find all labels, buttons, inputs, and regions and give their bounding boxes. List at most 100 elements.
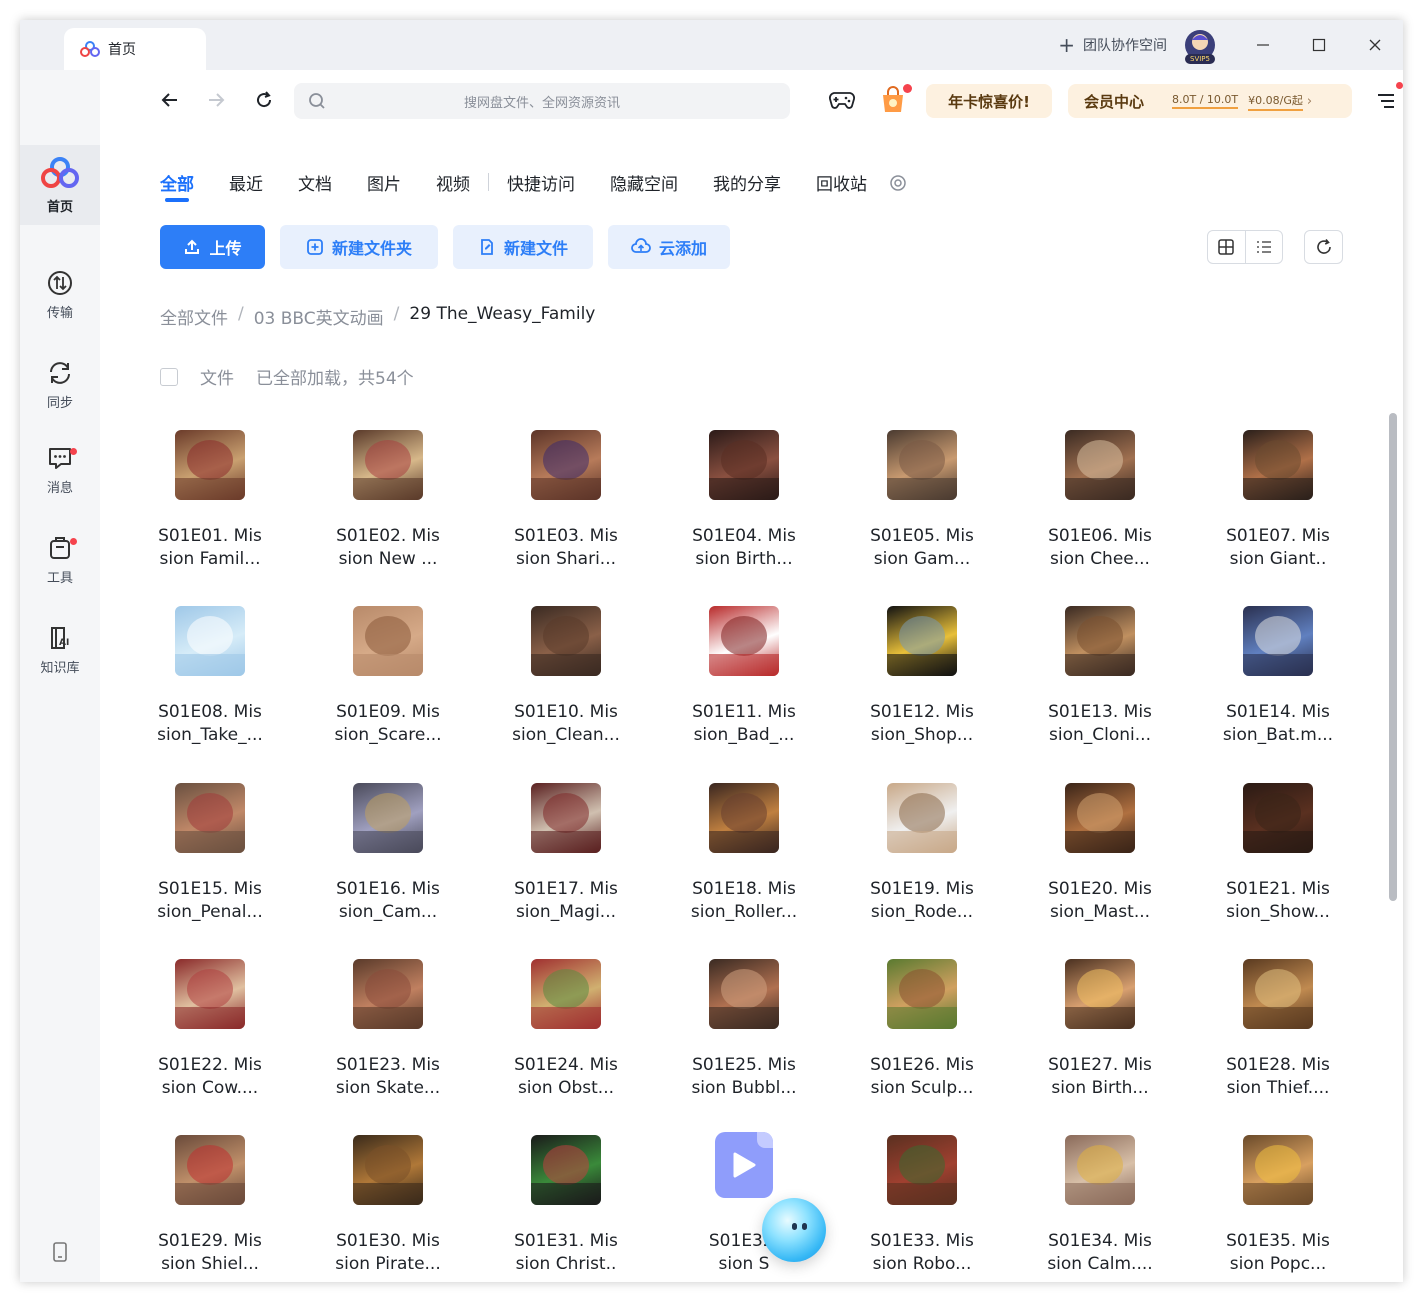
thumbnail-highlight [187,616,233,656]
file-item[interactable]: S01E20. Mis sion_Mast... [1030,778,1170,948]
file-item[interactable]: S01E16. Mis sion_Cam... [318,778,458,948]
tab-images[interactable]: 图片 [367,170,401,195]
new-file-button[interactable]: 新建文件 [453,225,593,269]
forward-arrow-icon[interactable] [206,90,226,110]
file-name: S01E06. Mis sion Chee... [1030,525,1170,571]
file-item[interactable]: S01E28. Mis sion Thief.... [1208,954,1348,1124]
search-box[interactable]: 搜网盘文件、全网资源资讯 [294,83,790,119]
tab-recent[interactable]: 最近 [229,170,263,195]
file-item[interactable]: S01E01. Mis sion Famil... [140,425,280,595]
maximize-button[interactable] [1291,20,1347,70]
breadcrumb-root[interactable]: 全部文件 [160,304,228,329]
file-item[interactable]: S01E33. Mis sion Robo... [852,1130,992,1282]
select-all-checkbox[interactable] [160,367,178,386]
tab-settings-icon[interactable] [889,174,907,192]
file-name-line1: S01E35. Mis [1226,1231,1330,1251]
game-controller-icon[interactable] [828,88,856,112]
tab-home[interactable]: 首页 [64,28,206,70]
tab-all[interactable]: 全部 [160,170,194,202]
file-item[interactable]: S01E17. Mis sion_Magi... [496,778,636,948]
tab-hidden-space[interactable]: 隐藏空间 [610,170,678,195]
ai-assistant-bubble[interactable] [762,1198,826,1262]
tab-my-shares[interactable]: 我的分享 [713,170,781,195]
file-name-line2: sion_Roller... [690,902,798,922]
file-item[interactable]: S01E21. Mis sion_Show... [1208,778,1348,948]
file-item[interactable]: S01E05. Mis sion Gam... [852,425,992,595]
cloud-upload-icon [631,238,651,253]
file-item[interactable]: S01E29. Mis sion Shiel... [140,1130,280,1282]
list-view-button[interactable] [1246,231,1283,263]
file-item[interactable]: S01E26. Mis sion Sculp... [852,954,992,1124]
file-item[interactable]: S01E24. Mis sion Obst... [496,954,636,1124]
file-item[interactable]: S01E35. Mis sion Popc... [1208,1130,1348,1282]
file-name: S01E29. Mis sion Shiel... [140,1230,280,1276]
file-item[interactable]: S01E09. Mis sion_Scare... [318,601,458,771]
sidebar-item-label: 消息 [46,480,73,496]
tab-videos[interactable]: 视频 [436,170,470,195]
file-name-line1: S01E31. Mis [514,1231,618,1251]
file-item[interactable]: S01E10. Mis sion_Clean... [496,601,636,771]
gift-bag-button[interactable] [879,84,912,114]
sidebar-item-messages[interactable]: 消息 [20,430,100,510]
file-item[interactable]: S01E23. Mis sion Skate... [318,954,458,1124]
upload-button[interactable]: 上传 [160,225,265,269]
sidebar-item-knowledge[interactable]: AI 知识库 [20,610,100,690]
file-name-line1: S01E28. Mis [1226,1055,1330,1075]
tab-documents[interactable]: 文档 [298,170,332,195]
refresh-button[interactable] [1304,230,1343,264]
file-name: S01E11. Mis sion_Bad_... [674,701,814,747]
file-item[interactable]: S01E13. Mis sion_Cloni... [1030,601,1170,771]
sidebar-item-transfer[interactable]: 传输 [20,255,100,335]
file-item[interactable]: S01E19. Mis sion_Rode... [852,778,992,948]
file-item[interactable]: S01E14. Mis sion_Bat.m... [1208,601,1348,771]
file-item[interactable]: S01E03. Mis sion Shari... [496,425,636,595]
file-item[interactable]: S01E04. Mis sion Birth... [674,425,814,595]
video-thumbnail [709,783,779,853]
new-folder-button[interactable]: 新建文件夹 [280,225,438,269]
file-item[interactable]: S01E02. Mis sion New ... [318,425,458,595]
file-name-line1: S01E30. Mis [336,1231,440,1251]
file-item[interactable]: S01E15. Mis sion_Penal... [140,778,280,948]
avatar[interactable]: SVIP5 [1185,30,1215,64]
file-name: S01E31. Mis sion Christ.. [496,1230,636,1276]
mobile-phone-icon[interactable] [52,1242,68,1262]
file-name: S01E20. Mis sion_Mast... [1030,878,1170,924]
file-item[interactable]: S01E27. Mis sion Birth... [1030,954,1170,1124]
vip-center-button[interactable]: 会员中心 8.0T / 10.0T ¥0.08/G起 › [1068,84,1352,118]
main-menu-button[interactable] [1376,82,1403,114]
file-item[interactable]: S01E08. Mis sion_Take_... [140,601,280,771]
annual-promo-button[interactable]: 年卡惊喜价! [926,84,1052,118]
back-arrow-icon[interactable] [160,90,180,110]
file-item[interactable]: S01E30. Mis sion Pirate... [318,1130,458,1282]
file-count: 已全部加载，共54个 [256,369,414,389]
file-item[interactable]: S01E34. Mis sion Calm.... [1030,1130,1170,1282]
vertical-scrollbar[interactable] [1389,413,1397,901]
file-name: S01E02. Mis sion New ... [318,525,458,571]
sidebar-item-sync[interactable]: 同步 [20,345,100,425]
file-item[interactable]: S01E06. Mis sion Chee... [1030,425,1170,595]
thumbnail-floor [887,1183,957,1205]
file-item[interactable]: S01E18. Mis sion_Roller... [674,778,814,948]
file-item[interactable]: S01E22. Mis sion Cow.... [140,954,280,1124]
tab-recycle-bin[interactable]: 回收站 [816,170,867,195]
sidebar-item-home[interactable]: 首页 [20,145,100,225]
file-item[interactable]: S01E11. Mis sion_Bad_... [674,601,814,771]
breadcrumb-level1[interactable]: 03 BBC英文动画 [254,304,384,329]
tab-quick-access[interactable]: 快捷访问 [507,170,575,195]
file-item[interactable]: S01E25. Mis sion Bubbl... [674,954,814,1124]
grid-view-button[interactable] [1208,231,1246,263]
video-thumbnail [1065,430,1135,500]
cloud-add-button[interactable]: 云添加 [608,225,730,269]
sync-icon [50,361,70,384]
file-item[interactable]: S01E12. Mis sion_Shop... [852,601,992,771]
reload-icon[interactable] [254,90,274,110]
file-item[interactable]: S01E07. Mis sion Giant.. [1208,425,1348,595]
close-button[interactable] [1347,20,1403,70]
thumbnail-highlight [1255,440,1301,480]
sidebar-item-tools[interactable]: 工具 [20,520,100,600]
minimize-button[interactable] [1235,20,1291,70]
file-item[interactable]: S01E31. Mis sion Christ.. [496,1130,636,1282]
thumbnail-floor [531,1183,601,1205]
team-space-button[interactable]: + 团队协作空间 [1058,33,1167,57]
breadcrumb-separator: / [393,304,400,324]
